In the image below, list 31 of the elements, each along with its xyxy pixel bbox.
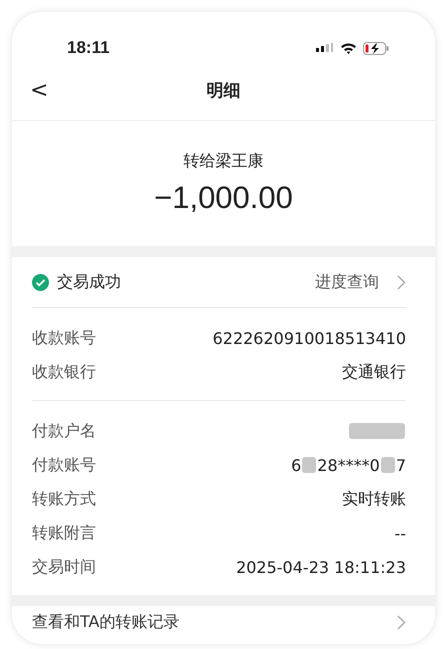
progress-link[interactable]: 进度查询: [315, 272, 389, 292]
field-label: 转账方式: [32, 488, 96, 510]
field-value: --: [394, 524, 406, 542]
back-button[interactable]: <: [26, 78, 52, 102]
signal-icon: [316, 43, 334, 53]
page-title: 明细: [206, 80, 240, 102]
field-label: 交易时间: [32, 556, 96, 578]
battery-icon: [363, 42, 389, 54]
field-label: 付款账号: [32, 454, 96, 476]
field-value: 7: [396, 456, 406, 474]
history-link[interactable]: 查看和TA的转账记录: [32, 612, 180, 633]
chevron-icon: [397, 615, 406, 630]
field-value: 实时转账: [342, 488, 406, 510]
wifi-icon: [340, 42, 357, 54]
field-label: 付款户名: [32, 420, 96, 442]
field-value: 2025-04-23 18:11:23: [236, 558, 406, 576]
amount: −1,000.00: [154, 180, 293, 216]
redacted-mark: [302, 457, 316, 473]
field-value: 28****0: [317, 456, 380, 474]
redacted-mark: [349, 423, 405, 439]
chevron-icon: [397, 274, 406, 290]
redacted-mark: [380, 457, 395, 473]
field-label: 转账附言: [32, 522, 96, 544]
status-time: 18:11: [67, 38, 110, 58]
recipient-name: 转给梁王康: [184, 151, 264, 172]
field-value: 6: [291, 456, 302, 474]
field-value: 交通银行: [342, 362, 406, 382]
field-label: 收款账号: [32, 328, 96, 348]
status-label: 交易成功: [57, 272, 122, 292]
field-label: 收款银行: [32, 362, 96, 382]
field-value: 6222620910018513410: [212, 328, 406, 348]
